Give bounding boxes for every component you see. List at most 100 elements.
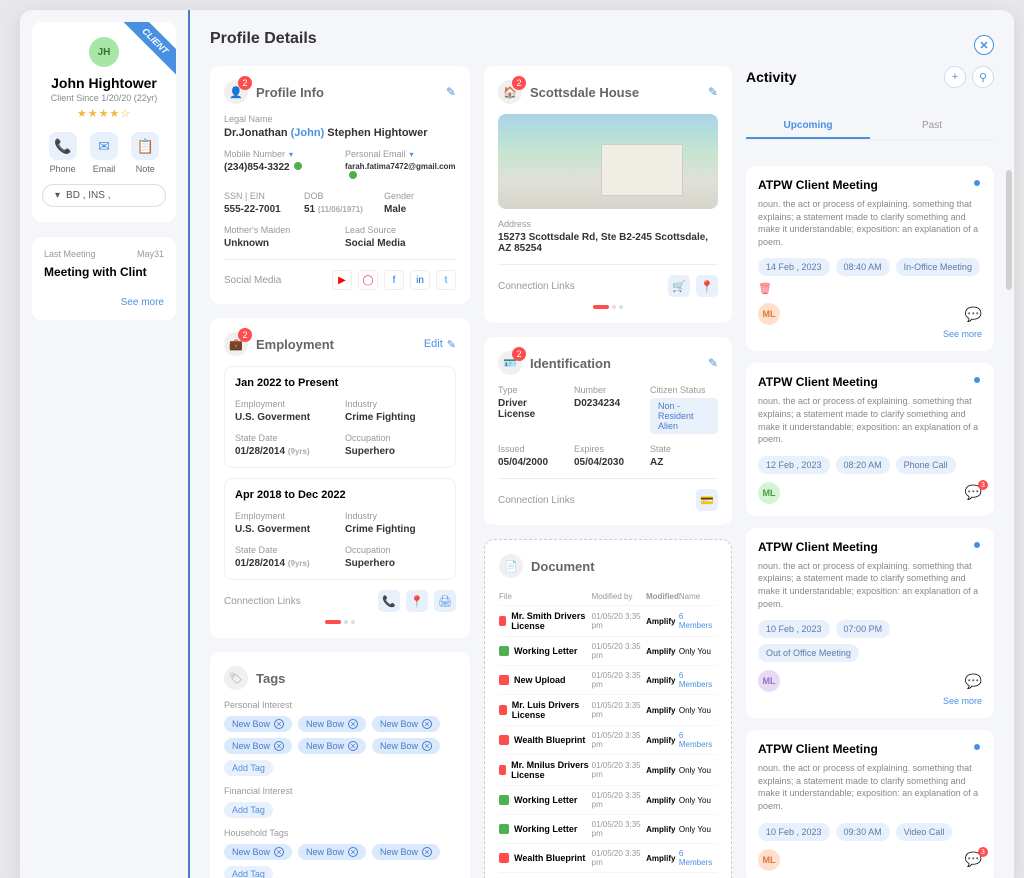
add-activity-button[interactable]: +: [944, 66, 966, 88]
mobile-value: (234)854-3322: [224, 162, 335, 173]
edit-icon[interactable]: ✎: [708, 356, 718, 370]
phone-button[interactable]: 📞Phone: [49, 132, 77, 174]
profile-info-card: 👤2 Profile Info ✎ Legal Name Dr.Jonathan…: [210, 66, 470, 304]
email-value: farah.fatima7472@gmail.com: [345, 162, 456, 181]
activity-card: ATPW Client Meeting noun. the act or pro…: [746, 730, 994, 878]
add-tag-button[interactable]: Add Tag: [224, 866, 273, 878]
tag-pill[interactable]: New Bow×: [372, 844, 440, 860]
tag-pill[interactable]: New Bow×: [224, 844, 292, 860]
document-row[interactable]: Working Letter 01/05/20 3:35 pm Amplify …: [499, 785, 717, 814]
document-row[interactable]: Mr. Smith Drivers License 01/05/20 3:35 …: [499, 605, 717, 636]
tag-pill[interactable]: New Bow×: [372, 738, 440, 754]
citizen-chip: Non - Resident Alien: [650, 398, 718, 434]
phone-icon[interactable]: 📞: [378, 590, 400, 612]
activity-title: ATPW Client Meeting: [758, 540, 982, 554]
cart-icon[interactable]: 🛒: [668, 275, 690, 297]
client-since: Client Since 1/20/20 (22yr): [42, 93, 166, 103]
tab-upcoming[interactable]: Upcoming: [746, 114, 870, 139]
trash-icon[interactable]: 🗑: [758, 282, 772, 295]
rating-stars: ★★★★☆: [42, 107, 166, 120]
note-button[interactable]: 📋Note: [131, 132, 159, 174]
status-dot: [974, 180, 980, 186]
briefcase-icon: 💼2: [224, 332, 248, 356]
document-row[interactable]: Wealth Blueprint 01/05/20 3:35 pm Amplif…: [499, 725, 717, 754]
email-label: Personal Email▾: [345, 149, 456, 159]
sidebar: CLIENT JH John Hightower Client Since 1/…: [20, 10, 190, 878]
activity-description: noun. the act or process of explaining. …: [758, 395, 982, 445]
document-row[interactable]: Mr. Mnilus Drivers License 01/05/20 3:35…: [499, 872, 717, 878]
document-row[interactable]: Mr. Luis Drivers License 01/05/20 3:35 p…: [499, 694, 717, 725]
legal-name-value: Dr.Jonathan (John) Stephen Hightower: [224, 127, 456, 139]
chat-icon[interactable]: 💬: [965, 673, 982, 690]
see-more-link[interactable]: See more: [44, 297, 164, 308]
instagram-icon[interactable]: ◯: [358, 270, 378, 290]
type-pill: Phone Call: [896, 456, 956, 474]
edit-link[interactable]: Edit ✎: [424, 338, 456, 351]
id-icon: 🪪2: [498, 351, 522, 375]
activity-description: noun. the act or process of explaining. …: [758, 762, 982, 812]
location-icon[interactable]: 📍: [406, 590, 428, 612]
close-button[interactable]: ✕: [974, 35, 994, 55]
social-label: Social Media: [224, 275, 281, 286]
chat-icon[interactable]: 💬3: [965, 851, 982, 868]
document-row[interactable]: Working Letter 01/05/20 3:35 pm Amplify …: [499, 814, 717, 843]
tag-pill[interactable]: New Bow×: [298, 738, 366, 754]
avatar: ML: [758, 482, 780, 504]
add-tag-button[interactable]: Add Tag: [224, 760, 273, 776]
activity-title: ATPW Client Meeting: [758, 375, 982, 389]
twitter-icon[interactable]: t: [436, 270, 456, 290]
employment-entry: Jan 2022 to Present EmploymentU.S. Gover…: [224, 366, 456, 468]
see-more-link[interactable]: See more: [758, 696, 982, 706]
chat-icon[interactable]: 💬: [965, 306, 982, 323]
tab-past[interactable]: Past: [870, 114, 994, 139]
linkedin-icon[interactable]: in: [410, 270, 430, 290]
print-icon[interactable]: 🖨: [434, 590, 456, 612]
person-icon: 👤2: [224, 80, 248, 104]
location-icon[interactable]: 📍: [696, 275, 718, 297]
scrollbar[interactable]: [1006, 170, 1012, 290]
time-pill: 09:30 AM: [836, 823, 890, 841]
card-title: Profile Info: [256, 85, 324, 100]
email-button[interactable]: ✉Email: [90, 132, 118, 174]
activity-description: noun. the act or process of explaining. …: [758, 198, 982, 248]
employment-card: 💼2 Employment Edit ✎ Jan 2022 to Present…: [210, 318, 470, 638]
tag-pill[interactable]: New Bow×: [224, 738, 292, 754]
document-row[interactable]: Wealth Blueprint 01/05/20 3:35 pm Amplif…: [499, 843, 717, 872]
time-pill: 08:40 AM: [836, 258, 890, 276]
last-meeting-title: Meeting with Clint: [44, 265, 164, 279]
house-icon: 🏠2: [498, 80, 522, 104]
youtube-icon[interactable]: ▶: [332, 270, 352, 290]
document-row[interactable]: Mr. Mnilus Drivers License 01/05/20 3:35…: [499, 754, 717, 785]
edit-icon[interactable]: ✎: [446, 85, 456, 99]
activity-title: ATPW Client Meeting: [758, 742, 982, 756]
document-row[interactable]: New Upload 01/05/20 3:35 pm Amplify 6 Me…: [499, 665, 717, 694]
tag-pill[interactable]: New Bow×: [298, 716, 366, 732]
see-more-link[interactable]: See more: [758, 329, 982, 339]
tag-pill[interactable]: New Bow×: [224, 716, 292, 732]
card-icon[interactable]: 💳: [696, 489, 718, 511]
identification-card: 🪪2 Identification ✎ TypeDriver License N…: [484, 337, 732, 525]
activity-card: ATPW Client Meeting noun. the act or pro…: [746, 528, 994, 718]
tag-pill[interactable]: New Bow×: [372, 716, 440, 732]
mobile-label: Mobile Number▾: [224, 149, 335, 159]
facebook-icon[interactable]: f: [384, 270, 404, 290]
document-row[interactable]: Working Letter 01/05/20 3:35 pm Amplify …: [499, 636, 717, 665]
date-pill: 10 Feb , 2023: [758, 823, 830, 841]
type-dropdown[interactable]: ▾BD , INS ,: [42, 184, 166, 207]
page-title: Profile Details: [210, 30, 994, 48]
activity-card: ATPW Client Meeting noun. the act or pro…: [746, 363, 994, 515]
edit-icon[interactable]: ✎: [708, 85, 718, 99]
time-pill: 07:00 PM: [836, 620, 891, 638]
chat-icon[interactable]: 💬3: [965, 484, 982, 501]
house-image: [498, 114, 718, 209]
house-card: 🏠2 Scottsdale House ✎ Address 15273 Scot…: [484, 66, 732, 323]
avatar: ML: [758, 849, 780, 871]
type-pill: In-Office Meeting: [896, 258, 980, 276]
date-pill: 14 Feb , 2023: [758, 258, 830, 276]
add-tag-button[interactable]: Add Tag: [224, 802, 273, 818]
filter-icon[interactable]: ⚲: [972, 66, 994, 88]
last-meeting-date: May31: [137, 249, 164, 259]
avatar: JH: [89, 37, 119, 67]
tag-pill[interactable]: New Bow×: [298, 844, 366, 860]
time-pill: 08:20 AM: [836, 456, 890, 474]
